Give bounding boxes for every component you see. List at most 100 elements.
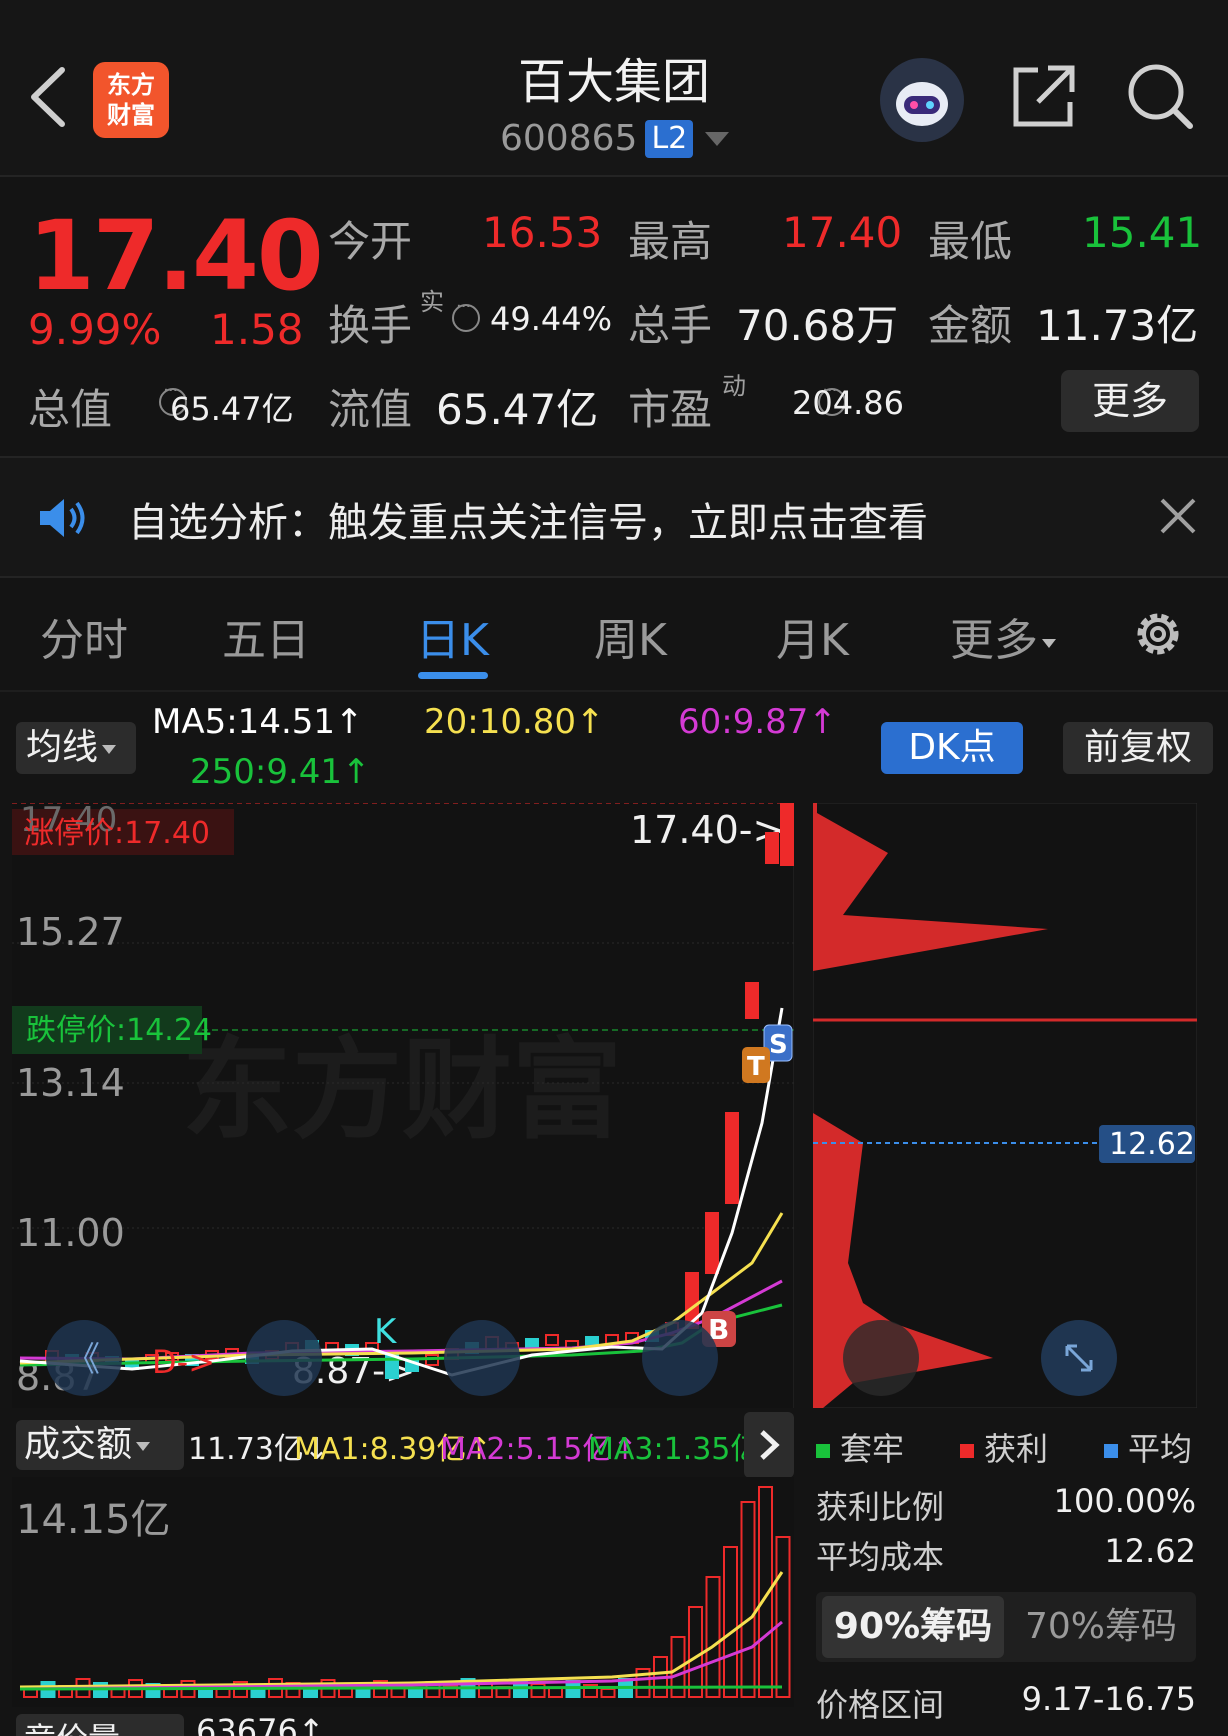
axis-label: 15.27: [16, 910, 125, 954]
profit-ratio-label: 获利比例: [816, 1488, 945, 1526]
volume-bar: [408, 1688, 423, 1698]
price-range-value: 9.17-16.75: [1021, 1680, 1196, 1718]
tab-daily-k[interactable]: 日K: [416, 604, 489, 668]
double-chevron-left-icon: 《: [66, 1340, 100, 1380]
volume-value: 70.68万: [736, 301, 899, 350]
indicator-select-label: 均线: [26, 727, 99, 768]
chevron-down-icon: [1042, 638, 1056, 648]
watermark: 东方财富: [182, 1026, 622, 1154]
ma5-value: MA5:14.51↑: [152, 702, 364, 742]
amount-label: 金额: [928, 301, 1013, 350]
search-icon[interactable]: [1124, 60, 1196, 132]
volume-next-button[interactable]: [744, 1412, 794, 1478]
low-value: 15.41: [1082, 208, 1203, 257]
legend-average-label: 平均: [1128, 1430, 1193, 1468]
ma60-value: 60:9.87↑: [678, 702, 837, 742]
more-quote-button[interactable]: 更多: [1061, 370, 1199, 432]
absolute-change: 1.58: [210, 305, 304, 354]
scroll-left-button[interactable]: [642, 1320, 718, 1396]
tab-intraday[interactable]: 分时: [40, 604, 128, 668]
total-mv-value: 65.47亿: [170, 390, 294, 428]
candlestick: [765, 832, 779, 864]
low-label: 最低: [928, 217, 1013, 266]
signal-d-text: D->: [152, 1343, 215, 1381]
chevron-down-icon: [102, 744, 117, 754]
robot-assistant-icon[interactable]: [880, 58, 964, 142]
candlestick: [745, 982, 759, 1019]
zoom-in-button[interactable]: [444, 1320, 520, 1396]
open-label: 今开: [328, 217, 413, 266]
avg-cost-label: 平均成本: [816, 1538, 945, 1576]
volume-label: 总手: [628, 301, 713, 350]
volume-ma3-line: [19, 1685, 783, 1691]
ma20-value: 20:10.80↑: [424, 702, 605, 742]
ma250-value: 250:9.41↑: [190, 752, 371, 792]
stock-code: 600865: [500, 118, 638, 159]
dk-point-button[interactable]: DK点: [881, 722, 1023, 774]
tab-monthly-k[interactable]: 月K: [776, 604, 849, 668]
indicator-select[interactable]: 均线: [16, 722, 136, 774]
turnover-value: 49.44%: [490, 300, 613, 338]
high-price-marker: 17.40->: [630, 808, 784, 852]
price-adjust-button[interactable]: 前复权: [1063, 722, 1213, 774]
signal-t-text: T: [747, 1052, 765, 1082]
speaker-icon: [40, 499, 85, 537]
tab-weekly-k[interactable]: 周K: [594, 604, 667, 668]
close-icon[interactable]: [1158, 496, 1198, 536]
turnover-sup: 实: [420, 288, 444, 316]
legend-trapped-label: 套牢: [840, 1430, 905, 1468]
legend-profit: 获利: [960, 1424, 1048, 1470]
chip-tab-70[interactable]: 70%筹码: [1010, 1596, 1192, 1658]
legend-swatch: [960, 1444, 974, 1458]
legend-profit-label: 获利: [984, 1430, 1049, 1468]
notice-text[interactable]: 自选分析：触发重点关注信号，立即点击查看: [128, 490, 928, 548]
open-value: 16.53: [482, 208, 603, 257]
volume-select-label: 成交额: [24, 1424, 133, 1465]
stock-code-row[interactable]: 600865 L2: [500, 118, 730, 159]
legend-average: 平均: [1104, 1424, 1192, 1470]
divider: [0, 690, 1228, 692]
percent-change: 9.99%: [28, 305, 162, 354]
tab-five-day[interactable]: 五日: [222, 604, 310, 668]
divider: [0, 576, 1228, 578]
active-tab-indicator: [418, 672, 488, 679]
pe-label: 市盈: [628, 385, 713, 434]
info-icon[interactable]: [452, 296, 480, 332]
chevron-down-icon: [136, 1441, 151, 1451]
chip-tab-90[interactable]: 90%筹码: [822, 1596, 1004, 1658]
axis-label: 11.00: [16, 1211, 125, 1255]
avg-cost-value: 12.62: [1104, 1532, 1196, 1570]
pe-value: 204.86: [792, 384, 904, 422]
signal-s-text: S: [769, 1030, 788, 1060]
candlestick: [705, 1212, 719, 1274]
turnover-label: 换手: [328, 301, 413, 350]
amount-value: 11.73亿: [1036, 301, 1199, 350]
tab-more[interactable]: 更多: [950, 604, 1056, 668]
chip-distribution-chart: 12.62: [813, 803, 1197, 1408]
signal-k-text: K: [374, 1312, 398, 1352]
profit-ratio-value: 100.00%: [1053, 1482, 1196, 1520]
current-price: 17.40: [28, 200, 324, 312]
total-mv-label: 总值: [28, 385, 113, 434]
limit-down-label: 跌停价:14.24: [26, 1013, 212, 1048]
zoom-out-button[interactable]: [246, 1320, 322, 1396]
float-mv-value: 65.47亿: [436, 385, 599, 434]
limit-up-label: 涨停价:17.40: [24, 816, 210, 851]
pe-sup: 动: [722, 372, 746, 400]
share-icon[interactable]: [1008, 62, 1078, 132]
chip-prev-button[interactable]: [843, 1320, 919, 1396]
float-mv-label: 流值: [328, 385, 413, 434]
axis-label: 13.14: [16, 1061, 125, 1105]
gear-icon[interactable]: [1128, 604, 1188, 664]
kline-chart[interactable]: 东方财富 17.40 涨停价:17.40 15.27 跌停价:14.24 13.…: [12, 803, 794, 1408]
auction-volume-label[interactable]: 竞价量: [16, 1714, 184, 1736]
chevron-down-icon: [705, 131, 730, 146]
volume-indicator-select[interactable]: 成交额: [16, 1420, 184, 1470]
high-label: 最高: [628, 217, 713, 266]
high-value: 17.40: [782, 208, 903, 257]
divider: [0, 175, 1228, 177]
volume-axis-max: 14.15亿: [16, 1497, 171, 1543]
level2-badge: L2: [645, 119, 694, 158]
legend-swatch: [816, 1444, 830, 1458]
avg-cost-tag-text: 12.62: [1109, 1127, 1195, 1162]
